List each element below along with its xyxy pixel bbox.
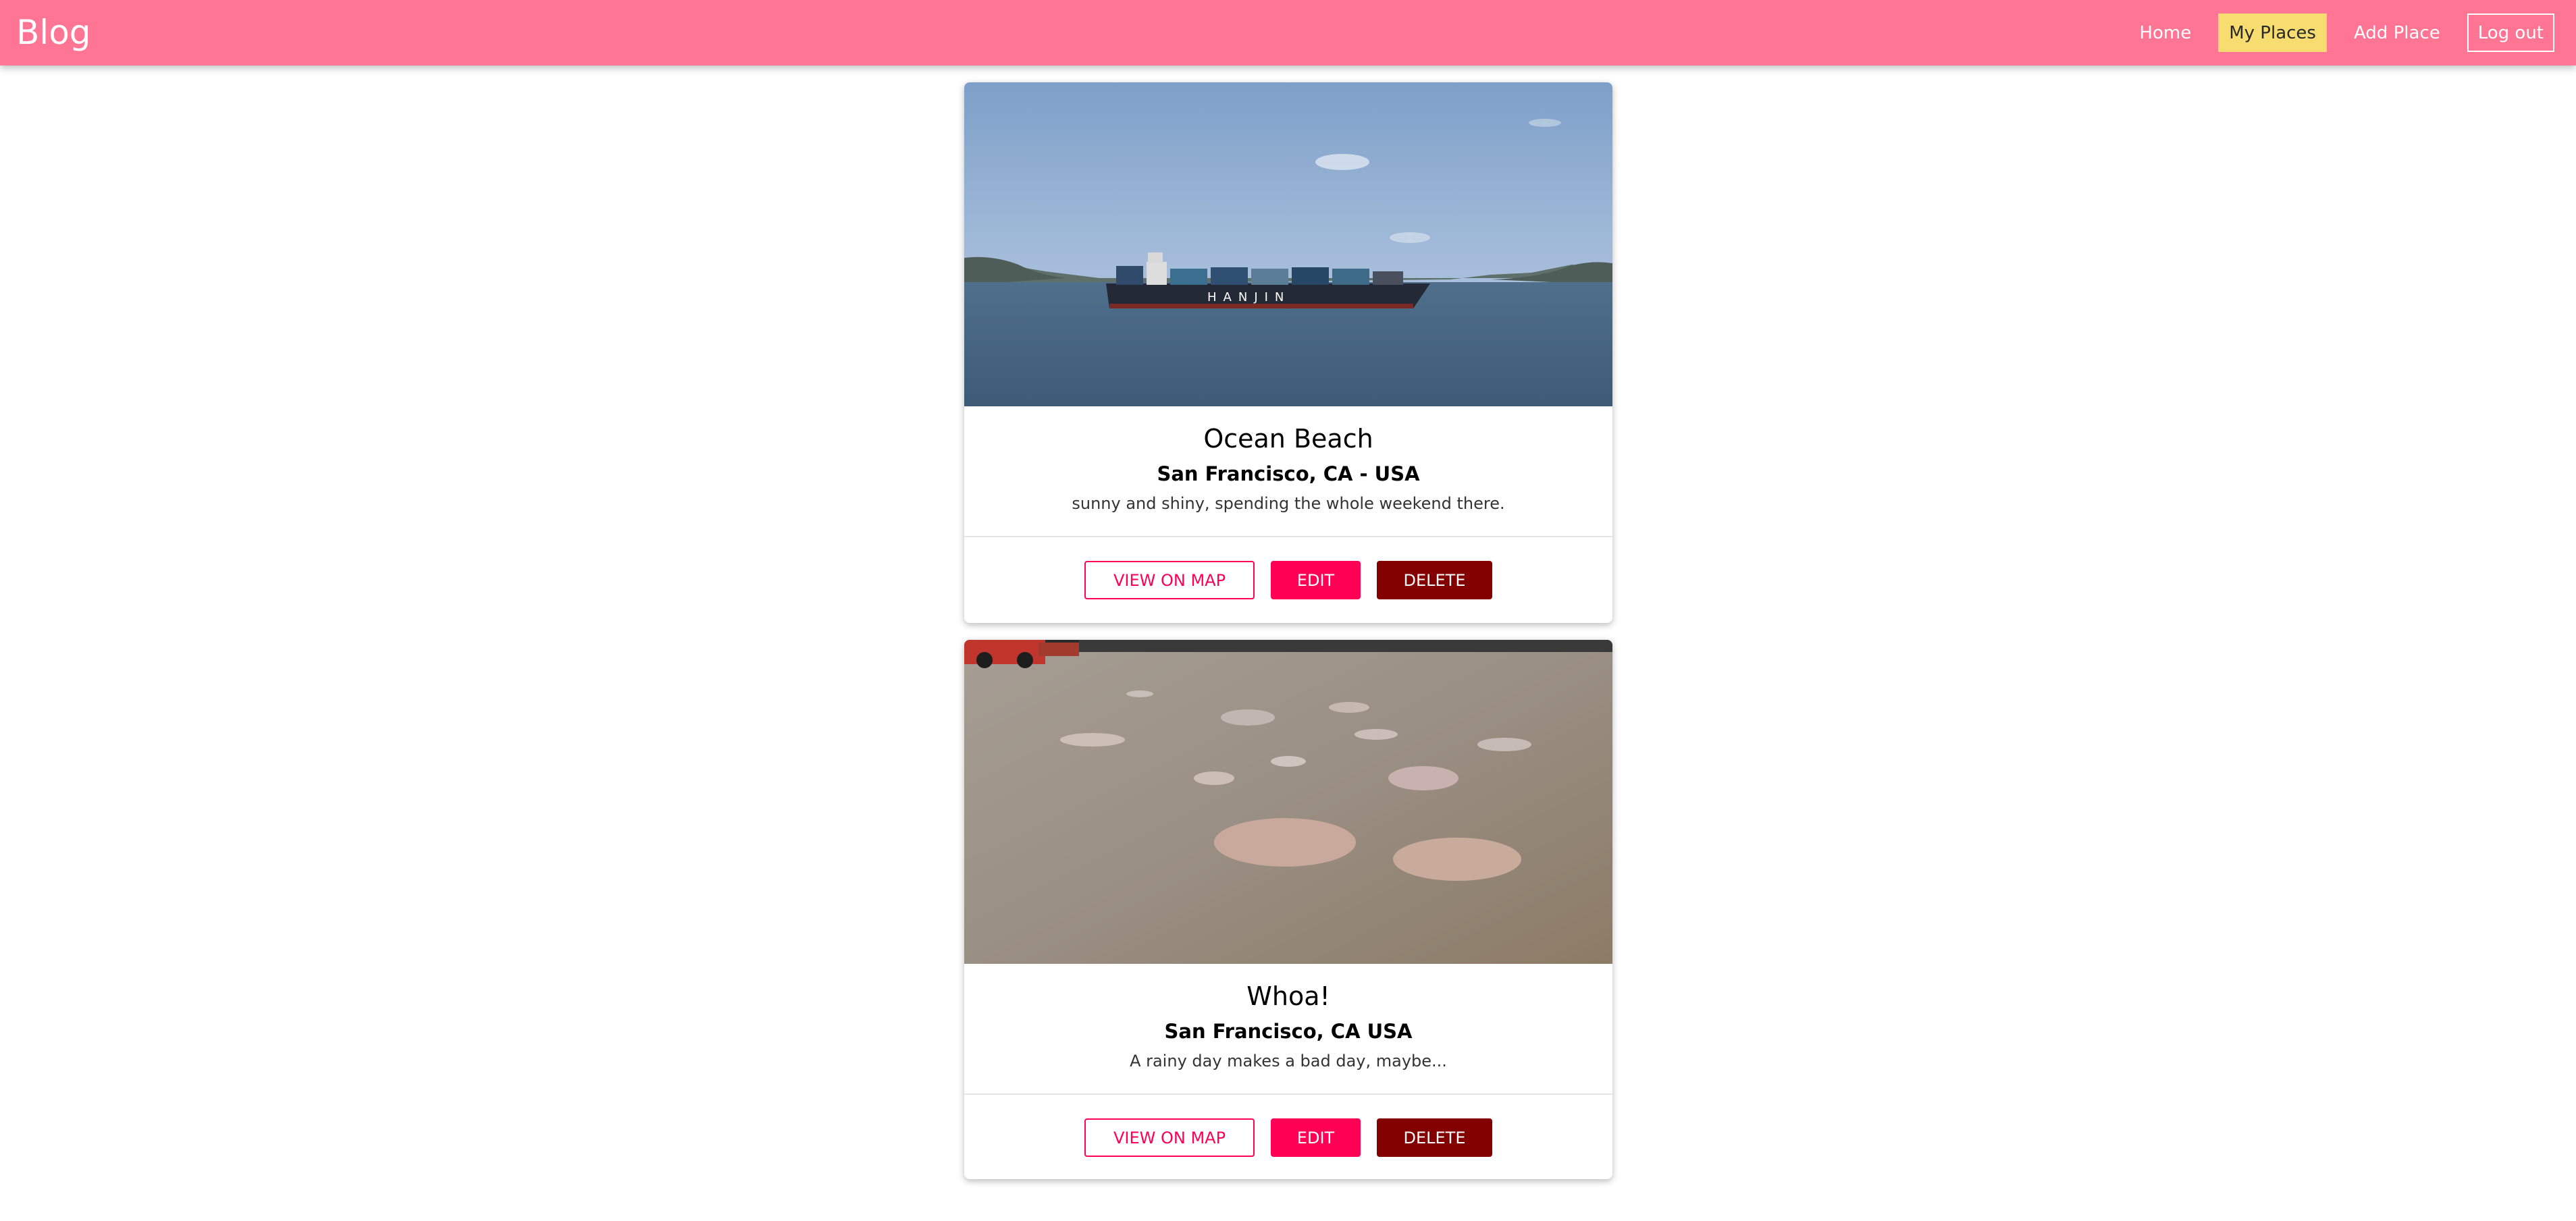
svg-text:HANJIN: HANJIN — [1207, 290, 1290, 304]
place-info: Ocean Beach San Francisco, CA - USA sunn… — [964, 406, 1612, 536]
place-card: Whoa! San Francisco, CA USA A rainy day … — [964, 640, 1612, 1179]
puddles-photo — [964, 640, 1612, 964]
logout-button[interactable]: Log out — [2467, 13, 2554, 52]
view-on-map-button[interactable]: VIEW ON MAP — [1084, 1118, 1255, 1157]
place-address: San Francisco, CA USA — [1164, 1020, 1413, 1043]
place-title: Whoa! — [1246, 981, 1330, 1011]
place-image: HANJIN — [964, 82, 1612, 406]
nav-home-link[interactable]: Home — [2128, 13, 2202, 52]
place-card: HANJIN Ocean Beach San Francisco, CA - U… — [964, 82, 1612, 623]
place-description: A rainy day makes a bad day, maybe... — [1130, 1052, 1447, 1070]
page: Blog Home My Places Add Place Log out HA… — [0, 0, 2576, 1221]
place-title: Ocean Beach — [1203, 424, 1373, 454]
place-actions: VIEW ON MAP EDIT DELETE — [964, 1095, 1612, 1179]
main-navigation: Home My Places Add Place Log out — [2128, 13, 2554, 52]
main-header: Blog Home My Places Add Place Log out — [0, 0, 2576, 65]
nav-my-places-link[interactable]: My Places — [2218, 13, 2327, 52]
ship-photo: HANJIN — [964, 82, 1612, 406]
nav-add-place-link[interactable]: Add Place — [2343, 13, 2451, 52]
brand-logo-link[interactable]: Blog — [16, 11, 91, 54]
place-info: Whoa! San Francisco, CA USA A rainy day … — [964, 964, 1612, 1093]
edit-button[interactable]: EDIT — [1271, 1118, 1361, 1157]
place-image — [964, 640, 1612, 964]
place-description: sunny and shiny, spending the whole week… — [1072, 494, 1505, 513]
view-on-map-button[interactable]: VIEW ON MAP — [1084, 561, 1255, 599]
place-actions: VIEW ON MAP EDIT DELETE — [964, 537, 1612, 623]
place-address: San Francisco, CA - USA — [1157, 462, 1420, 485]
delete-button[interactable]: DELETE — [1377, 1118, 1492, 1157]
edit-button[interactable]: EDIT — [1271, 561, 1361, 599]
delete-button[interactable]: DELETE — [1377, 561, 1492, 599]
